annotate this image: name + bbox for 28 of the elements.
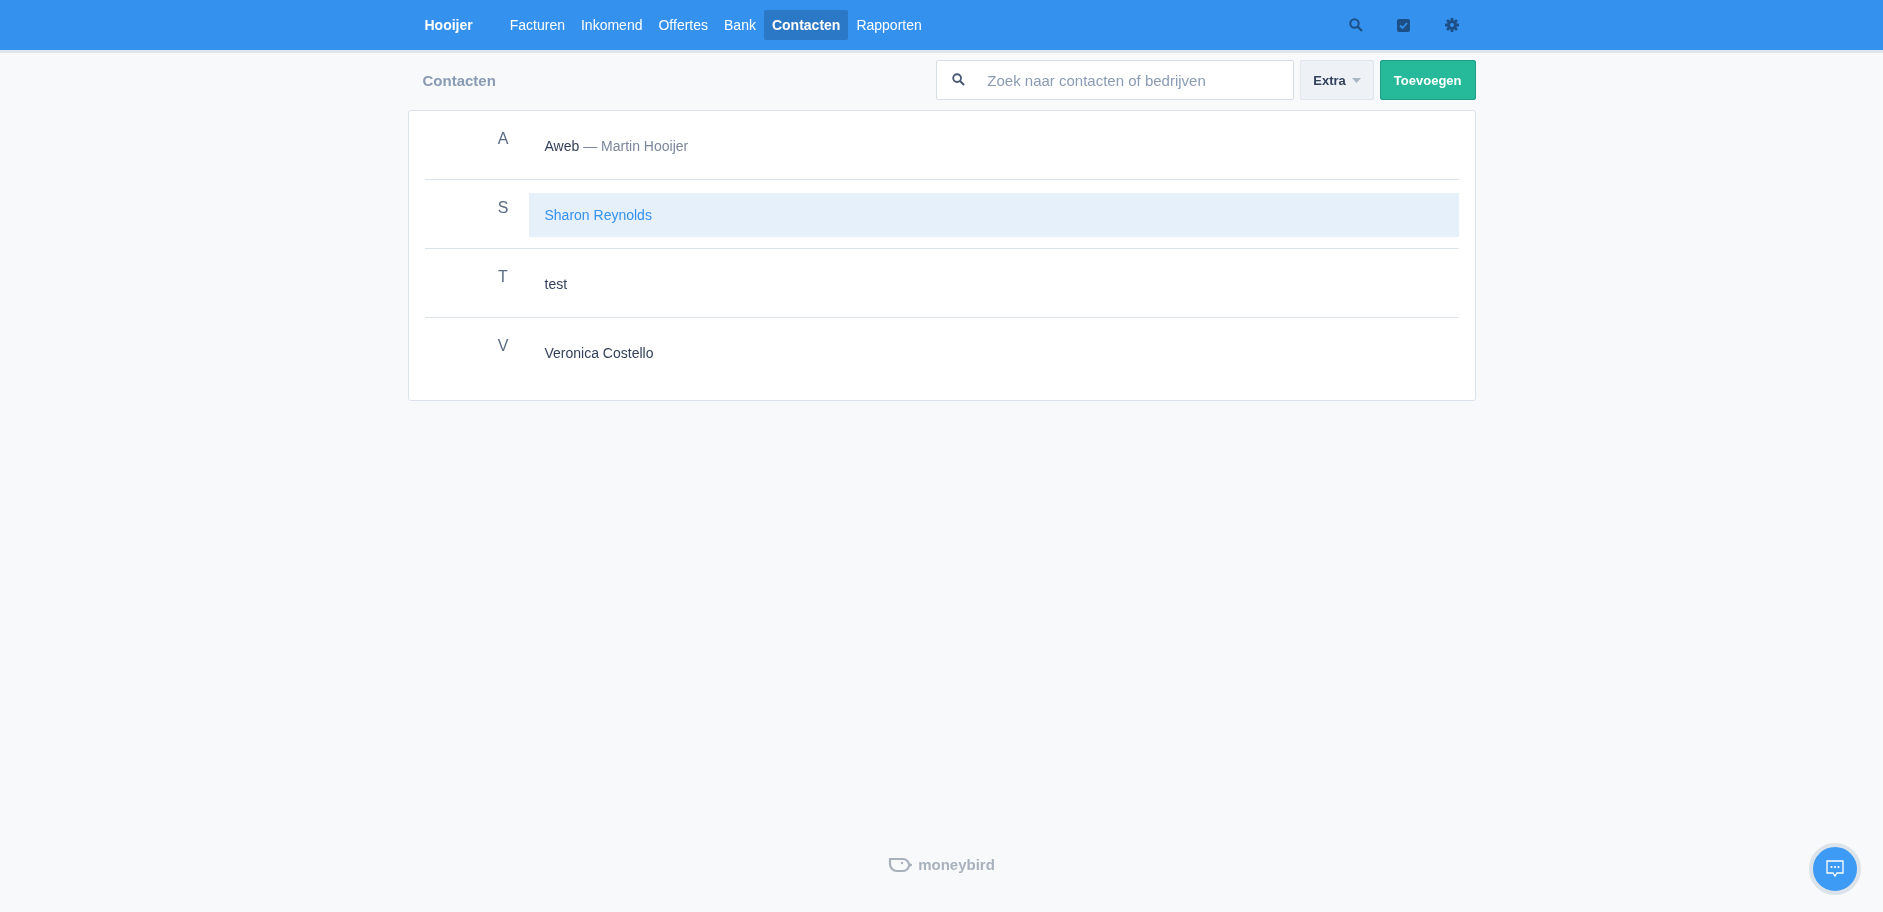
add-button[interactable]: Toevoegen <box>1379 60 1476 100</box>
index-letter: S <box>496 198 510 218</box>
extra-dropdown-button[interactable]: Extra <box>1300 60 1374 100</box>
index-letter: T <box>497 267 509 287</box>
caret-icon <box>1351 77 1361 83</box>
nav-item[interactable]: Offertes <box>650 10 716 40</box>
brand-name[interactable]: Hooijer <box>407 17 490 33</box>
checkbox-icon <box>1397 18 1410 32</box>
contact-item[interactable]: Sharon Reynolds <box>528 193 1459 237</box>
contact-item[interactable]: Veronica Costello <box>528 331 1459 375</box>
nav-item[interactable]: Rapporten <box>848 10 930 40</box>
nav-item[interactable]: Contacten <box>763 10 849 40</box>
logo-text: moneybird <box>918 856 995 873</box>
chat-button[interactable] <box>1809 843 1861 895</box>
page-title: Contacten <box>421 71 497 89</box>
search-field[interactable]: Zoek naar contacten of bedrijven <box>936 60 1295 100</box>
bird-logo-icon <box>888 856 913 873</box>
index-letter: V <box>496 336 510 356</box>
contact-item[interactable]: Aweb — Martin Hooijer <box>528 124 1459 168</box>
nav-item[interactable]: Facturen <box>501 10 573 40</box>
search-icon <box>952 73 966 86</box>
index-letter: A <box>496 129 510 149</box>
nav-item[interactable]: Inkomend <box>573 10 651 40</box>
chat-bubble-icon <box>1825 859 1845 879</box>
search-icon <box>1348 18 1363 32</box>
contact-item[interactable]: test <box>528 262 1459 306</box>
nav-item[interactable]: Bank <box>716 10 764 40</box>
settings-icon <box>1444 18 1459 32</box>
